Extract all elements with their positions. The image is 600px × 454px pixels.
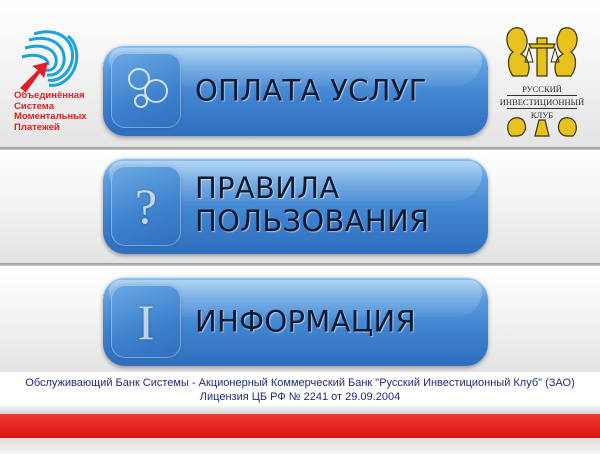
bank-logo-text: РУССКИЙ ИНВЕСТИЦИОННЫЙ КЛУБ (499, 84, 585, 120)
usage-rules-button[interactable]: ? ПРАВИЛА ПОЛЬЗОВАНИЯ (103, 158, 488, 254)
label-line: ПОЛЬЗОВАНИЯ (195, 204, 430, 238)
divider (507, 95, 577, 96)
logo-line: Платежей (14, 121, 60, 133)
bank-info: Обслуживающий Банк Системы - Акционерный… (0, 376, 600, 404)
bank-emblem-icon (506, 27, 578, 137)
icon-panel (111, 53, 181, 128)
pay-services-button[interactable]: ОПЛАТА УСЛУГ (103, 45, 488, 136)
logo-line: ИНВЕСТИЦИОННЫЙ (499, 97, 585, 107)
icon-panel: ? (111, 166, 181, 246)
bubbles-icon (128, 68, 168, 108)
bank-info-line: Обслуживающий Банк Системы - Акционерный… (25, 377, 575, 389)
icon-panel: I (111, 285, 181, 358)
footer-stripe (0, 406, 600, 414)
information-label: ИНФОРМАЦИЯ (195, 304, 416, 338)
red-stripe (0, 414, 600, 438)
label-line: ПРАВИЛА (195, 171, 340, 205)
logo-line: КЛУБ (530, 110, 554, 120)
divider (507, 108, 577, 109)
information-button[interactable]: I ИНФОРМАЦИЯ (103, 277, 488, 366)
bottom-stripe (0, 438, 600, 454)
logo-line: Объединённая (14, 90, 85, 101)
question-icon: ? (134, 178, 158, 234)
license-line: Лицензия ЦБ РФ № 2241 от 29.09.2004 (199, 391, 401, 403)
logo-line: РУССКИЙ (522, 84, 562, 94)
logo-line: Моментальных (14, 111, 87, 122)
info-icon: I (137, 293, 155, 350)
usage-rules-label: ПРАВИЛА ПОЛЬЗОВАНИЯ (195, 172, 429, 238)
pay-services-label: ОПЛАТА УСЛУГ (195, 73, 427, 107)
osmp-logo-text: Объединённая Система Моментальных Платеж… (14, 90, 104, 133)
